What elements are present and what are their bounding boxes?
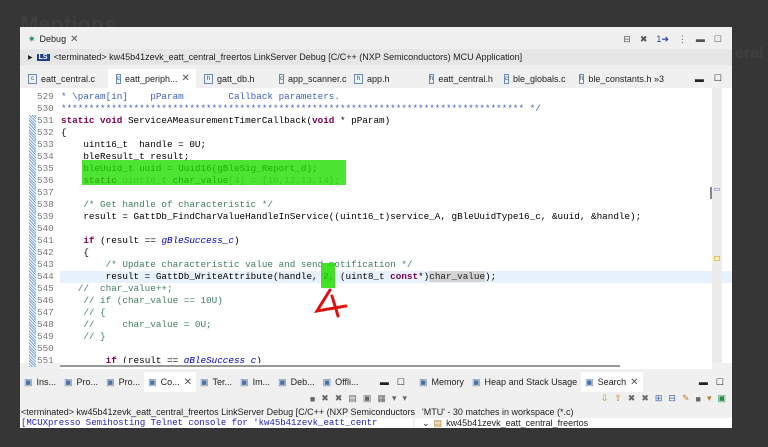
search-toolbar: ⇩ ⇧ ✖ ✖ ⊞ ⊟ ✎ ■ ▾ ▣	[415, 392, 732, 405]
tab-heap-and-stack-usage[interactable]: ▣ Heap and Stack Usage	[468, 372, 581, 392]
minimize-icon[interactable]: ▬	[699, 377, 708, 387]
background-text: eral	[735, 45, 764, 62]
terminate-icon[interactable]: ■	[310, 394, 315, 404]
minimize-icon[interactable]: ▬	[380, 377, 389, 387]
close-icon[interactable]: ✕	[184, 377, 192, 388]
tab-label: Memory	[431, 377, 465, 387]
tab-pro[interactable]: ▣ Pro...	[60, 372, 102, 392]
view-icon: ▣	[585, 376, 594, 387]
tab-im[interactable]: ▣ Im...	[236, 372, 274, 392]
expand-all-icon[interactable]: ⊞	[655, 393, 663, 404]
view-icon: ▣	[240, 376, 249, 387]
tab-label: Ins...	[36, 377, 57, 387]
view-icon: ▣	[24, 376, 33, 387]
ide-window: ✷ Debug ✕ ⊟ ✖ 1➜ ⋮ ▬ ☐ ▶ LS <terminated>…	[20, 27, 732, 428]
word-wrap-icon[interactable]: ▦	[377, 393, 386, 404]
handwritten-4-annotation	[313, 288, 348, 318]
tab-label: Offli...	[335, 377, 359, 387]
tab-label: Deb...	[290, 377, 315, 387]
console-output: [MCUXpresso Semihosting Telnet console f…	[20, 418, 413, 428]
pin-icon[interactable]: ▣	[363, 393, 372, 404]
search-panel: ▣ Memory ▣ Heap and Stack Usage ▣ Search ✕ ▬ ☐ ⇩…	[415, 372, 732, 428]
pin-icon[interactable]: ▣	[717, 393, 726, 404]
new-console-icon[interactable]: ▾	[402, 393, 407, 404]
console-toolbar: ■ ✖ ✖ ▤ ▣ ▦ ▾ ▾	[20, 392, 413, 405]
green-highlight	[321, 263, 335, 288]
view-icon: ▣	[322, 376, 332, 387]
tab-offli[interactable]: ▣ Offli...	[319, 372, 363, 392]
view-icon: ▣	[278, 376, 287, 387]
tab-co[interactable]: ▣ Co... ✕	[144, 372, 197, 392]
tab-label: Search	[597, 377, 627, 387]
remove-launch-icon[interactable]: ✖	[321, 393, 329, 404]
console-panel: ▣ Ins... ▣ Pro... ▣ Pro... ▣ Co... ✕ ▣ Ter... ▣ Im..…	[20, 372, 442, 428]
tab-deb[interactable]: ▣ Deb...	[274, 372, 319, 392]
close-icon[interactable]: ✕	[630, 377, 638, 388]
project-icon: ▤	[433, 417, 443, 428]
view-icon: ▣	[148, 376, 157, 387]
tab-pro[interactable]: ▣ Pro...	[102, 372, 144, 392]
tab-label: Pro...	[76, 377, 99, 387]
search-status: 'MTU' - 30 matches in workspace (*.c)	[422, 406, 574, 417]
view-icon: ▣	[472, 376, 481, 387]
tab-label: Co...	[160, 377, 180, 387]
remove-all-matches-icon[interactable]: ✖	[641, 393, 649, 404]
tab-ter[interactable]: ▣ Ter...	[196, 372, 236, 392]
remove-all-icon[interactable]: ✖	[335, 393, 343, 404]
tab-memory[interactable]: ▣ Memory	[415, 372, 468, 392]
next-match-icon[interactable]: ⇩	[601, 393, 609, 404]
green-highlight	[82, 160, 346, 185]
display-console-icon[interactable]: ▾	[392, 393, 397, 404]
chevron-down-icon[interactable]: ⌄	[422, 418, 430, 429]
tab-label: Pro...	[118, 377, 141, 387]
maximize-icon[interactable]: ☐	[397, 377, 405, 388]
maximize-icon[interactable]: ☐	[716, 377, 724, 388]
run-search-icon[interactable]: ✎	[682, 393, 690, 404]
tab-label: Im...	[252, 377, 271, 387]
view-icon: ▣	[419, 376, 428, 387]
view-icon: ▣	[200, 376, 209, 387]
search-result-label: kw45b41zevk_eatt_central_freertos	[446, 418, 589, 428]
collapse-all-icon[interactable]: ⊟	[668, 393, 676, 404]
tab-label: Ter...	[212, 377, 233, 387]
console-status: <terminated> kw45b41zevk_eatt_central_fr…	[21, 406, 442, 417]
search-result-row[interactable]: ⌄ ▤ kw45b41zevk_eatt_central_freertos	[415, 418, 732, 428]
annotation-layer	[82, 160, 348, 318]
tab-label: Heap and Stack Usage	[484, 377, 578, 387]
view-icon: ▣	[106, 376, 115, 387]
remove-match-icon[interactable]: ✖	[628, 393, 636, 404]
tab-search[interactable]: ▣ Search ✕	[581, 372, 643, 392]
previous-match-icon[interactable]: ⇧	[614, 393, 622, 404]
view-icon: ▣	[64, 376, 73, 387]
tab-ins[interactable]: ▣ Ins...	[20, 372, 60, 392]
scroll-lock-icon[interactable]: ▤	[348, 393, 357, 404]
search-history-icon[interactable]: ▾	[707, 393, 712, 404]
cancel-search-icon[interactable]: ■	[696, 394, 701, 404]
